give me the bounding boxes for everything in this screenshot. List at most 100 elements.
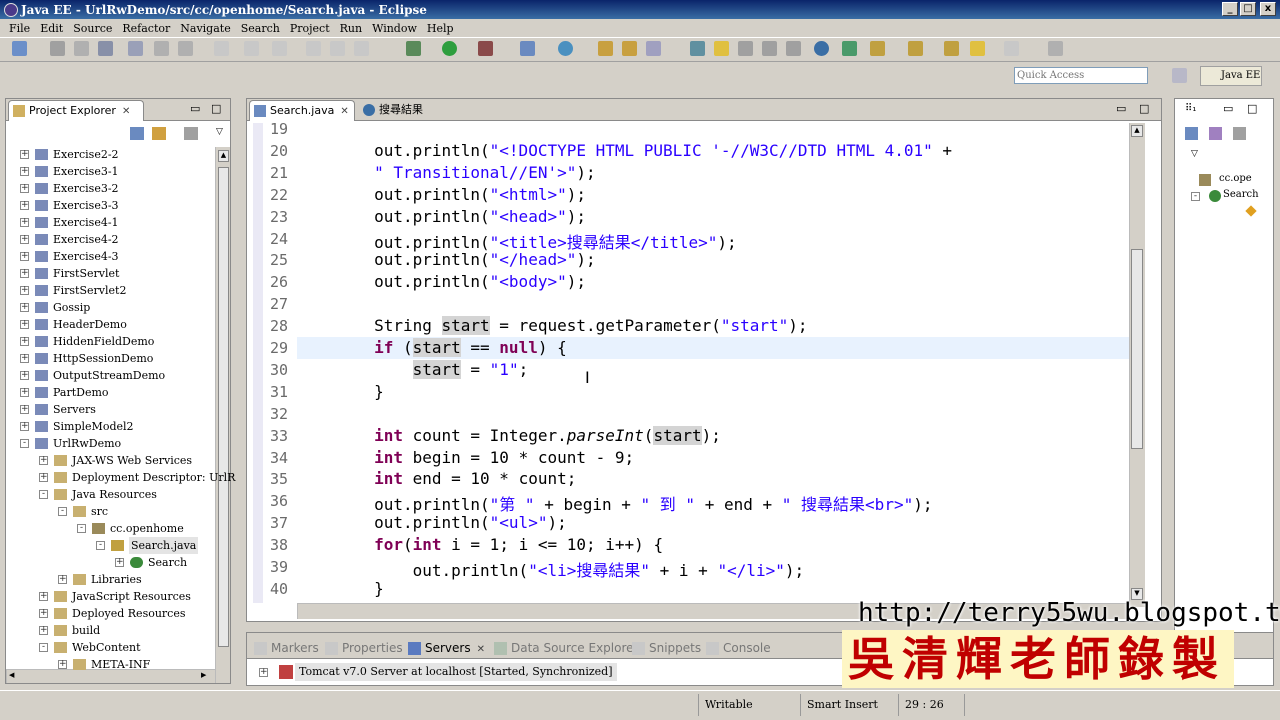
globe-icon[interactable] xyxy=(814,41,829,56)
window-title-bar[interactable]: Java EE - UrlRwDemo/src/cc/openhome/Sear… xyxy=(0,0,1280,19)
refresh-icon[interactable] xyxy=(178,41,193,56)
expand-icon[interactable]: + xyxy=(259,668,268,677)
step-icon[interactable] xyxy=(272,41,287,56)
print-icon[interactable] xyxy=(98,41,113,56)
maximize-button[interactable]: □ xyxy=(1240,2,1256,16)
mark-occurrences-icon[interactable] xyxy=(714,41,729,56)
outline-item[interactable]: cc.ope xyxy=(1219,173,1252,184)
minimize-editor-icon[interactable]: ▭ xyxy=(1116,102,1126,115)
menu-file[interactable]: File xyxy=(4,22,35,35)
expand-icon[interactable]: + xyxy=(20,286,29,295)
tree-item[interactable]: + Exercise4-2 xyxy=(6,231,214,248)
expand-icon[interactable]: + xyxy=(20,405,29,414)
sort-icon[interactable] xyxy=(1209,127,1222,140)
resume-icon[interactable] xyxy=(306,41,321,56)
view-menu-icon[interactable]: ▽ xyxy=(1191,149,1198,159)
tab-search-java[interactable]: Search.java ✕ xyxy=(249,100,355,121)
tab-console[interactable]: Console xyxy=(706,640,771,657)
tree-item[interactable]: + Deployment Descriptor: UrlR xyxy=(6,469,235,486)
tree-item[interactable]: + FirstServlet xyxy=(6,265,214,282)
expand-icon[interactable]: + xyxy=(20,354,29,363)
expand-icon[interactable]: + xyxy=(39,473,48,482)
menu-source[interactable]: Source xyxy=(68,22,117,35)
collapse-icon[interactable]: - xyxy=(39,643,48,652)
tree-item[interactable]: - Java Resources xyxy=(6,486,214,503)
tree-item[interactable]: - UrlRwDemo xyxy=(6,435,214,452)
tab-search-results[interactable]: 搜尋結果 xyxy=(359,100,449,121)
minimize-view-icon[interactable]: ▭ xyxy=(1223,102,1233,115)
code-line[interactable]: out.println("第 " + begin + " 到 " + end +… xyxy=(297,491,932,515)
collapse-all-icon[interactable] xyxy=(130,127,144,140)
expand-icon[interactable]: + xyxy=(39,609,48,618)
new-server-icon[interactable] xyxy=(520,41,535,56)
expand-icon[interactable]: + xyxy=(39,592,48,601)
tree-item[interactable]: + HeaderDemo xyxy=(6,316,214,333)
menu-edit[interactable]: Edit xyxy=(35,22,68,35)
expand-icon[interactable]: + xyxy=(20,337,29,346)
expand-icon[interactable]: + xyxy=(39,456,48,465)
tree-item[interactable]: + HiddenFieldDemo xyxy=(6,333,214,350)
menu-help[interactable]: Help xyxy=(422,22,459,35)
expand-icon[interactable]: + xyxy=(20,218,29,227)
tree-item[interactable]: + Libraries xyxy=(6,571,214,588)
tab-project-explorer[interactable]: Project Explorer ✕ xyxy=(8,100,144,121)
code-line[interactable]: int end = 10 * count; xyxy=(297,469,576,488)
open-type-icon[interactable] xyxy=(598,41,613,56)
collapse-icon[interactable]: - xyxy=(96,541,105,550)
code-line[interactable]: } xyxy=(297,579,384,598)
expand-icon[interactable]: + xyxy=(20,184,29,193)
run-icon[interactable] xyxy=(442,41,457,56)
link-editor-icon[interactable] xyxy=(152,127,166,140)
expand-icon[interactable]: + xyxy=(115,558,124,567)
filter-icon[interactable] xyxy=(184,127,198,140)
menu-project[interactable]: Project xyxy=(285,22,335,35)
close-icon[interactable]: ✕ xyxy=(340,102,348,122)
collapse-icon[interactable]: - xyxy=(39,490,48,499)
code-line[interactable]: out.println("<!DOCTYPE HTML PUBLIC '-//W… xyxy=(297,141,952,160)
editor-vscrollbar[interactable]: ▲ ▼ xyxy=(1129,123,1145,607)
tree-item[interactable]: + Servers xyxy=(6,401,214,418)
format-icon[interactable] xyxy=(154,41,169,56)
forward-arrow-icon[interactable] xyxy=(1004,41,1019,56)
collapse-all-icon[interactable] xyxy=(1185,127,1198,140)
code-line[interactable]: int begin = 10 * count - 9; xyxy=(297,448,634,467)
tree-item[interactable]: + Exercise3-2 xyxy=(6,180,214,197)
external-tools-icon[interactable] xyxy=(478,41,493,56)
code-line[interactable]: " Transitional//EN'>"); xyxy=(297,163,596,182)
back-arrow-icon[interactable] xyxy=(970,41,985,56)
expand-icon[interactable]: + xyxy=(20,201,29,210)
next-annotation-icon[interactable] xyxy=(842,41,857,56)
menu-window[interactable]: Window xyxy=(367,22,422,35)
tab-servers[interactable]: Servers ✕ xyxy=(408,640,485,657)
tree-item[interactable]: + Exercise3-1 xyxy=(6,163,214,180)
tree-scrollbar[interactable]: ▲ xyxy=(215,147,230,683)
code-line[interactable]: start = "1"; xyxy=(297,359,528,379)
annotation-icon[interactable] xyxy=(690,41,705,56)
paragraph-icon[interactable] xyxy=(786,41,801,56)
view-menu-icon[interactable]: ▽ xyxy=(216,127,223,137)
redo-icon[interactable] xyxy=(244,41,259,56)
outline-item[interactable]: Search xyxy=(1223,189,1259,200)
suspend-icon[interactable] xyxy=(330,41,345,56)
expand-icon[interactable]: + xyxy=(20,388,29,397)
search-icon[interactable] xyxy=(646,41,661,56)
show-whitespace-icon[interactable] xyxy=(762,41,777,56)
tree-item[interactable]: + Exercise3-3 xyxy=(6,197,214,214)
quick-access-input[interactable] xyxy=(1014,67,1148,84)
collapse-icon[interactable]: - xyxy=(58,507,67,516)
code-line[interactable]: out.println("<title>搜尋結果</title>"); xyxy=(297,229,737,253)
expand-icon[interactable]: + xyxy=(58,575,67,584)
expand-icon[interactable]: - xyxy=(1191,192,1200,201)
expand-icon[interactable]: + xyxy=(20,320,29,329)
code-line[interactable]: out.println("<ul>"); xyxy=(297,513,567,532)
close-window-button[interactable]: x xyxy=(1260,2,1276,16)
back-icon[interactable] xyxy=(944,41,959,56)
skip-breakpoints-icon[interactable] xyxy=(128,41,143,56)
scroll-thumb[interactable] xyxy=(1131,249,1143,449)
server-entry[interactable]: Tomcat v7.0 Server at localhost [Started… xyxy=(295,663,617,681)
code-line[interactable]: int count = Integer.parseInt(start); xyxy=(297,425,721,445)
expand-icon[interactable]: + xyxy=(20,303,29,312)
code-line[interactable]: } xyxy=(297,382,384,401)
tree-item[interactable]: + FirstServlet2 xyxy=(6,282,214,299)
code-line[interactable]: String start = request.getParameter("sta… xyxy=(297,316,808,336)
